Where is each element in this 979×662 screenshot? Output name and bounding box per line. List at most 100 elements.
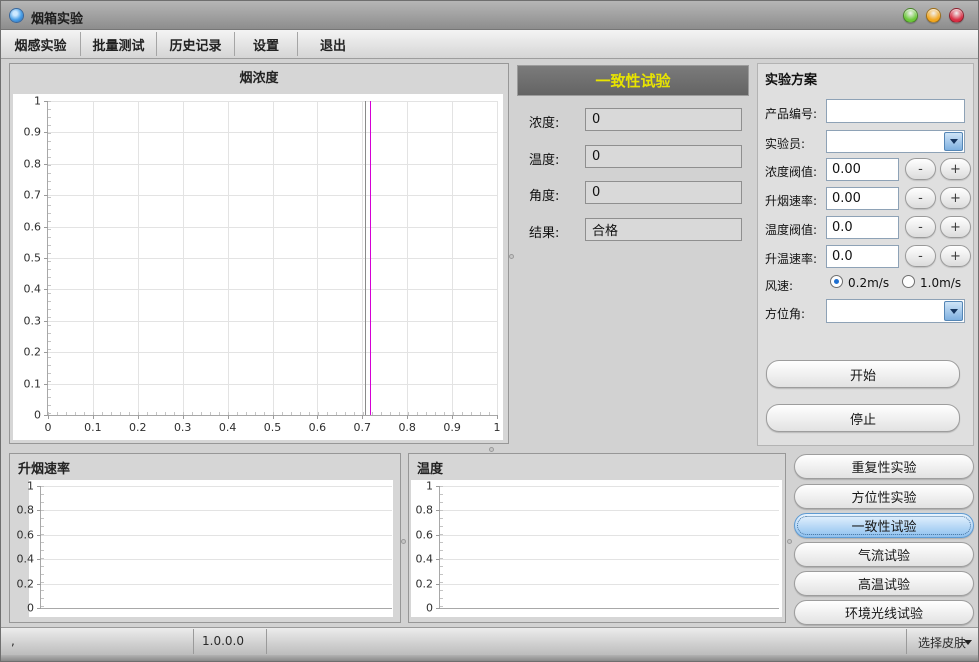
chart-grid-h bbox=[48, 163, 497, 165]
temp-rise-label: 升温速率: bbox=[765, 252, 818, 266]
temp-threshold-minus-button[interactable]: - bbox=[905, 216, 936, 238]
menu-item-settings[interactable]: 设置 bbox=[235, 30, 297, 58]
operator-select[interactable] bbox=[826, 130, 965, 153]
product-no-input[interactable] bbox=[826, 99, 965, 123]
chart-grid-h bbox=[48, 258, 497, 259]
test-button-ambient-light[interactable]: 环境光线试验 bbox=[794, 600, 974, 625]
chart-ylab: 0.2 bbox=[16, 577, 35, 591]
skin-selector[interactable]: 选择皮肤 bbox=[918, 634, 966, 651]
close-button[interactable] bbox=[949, 8, 964, 23]
chart-ylab: 0.9 bbox=[23, 125, 42, 139]
minimize-button[interactable] bbox=[903, 8, 918, 23]
chart-grid-h bbox=[48, 352, 497, 354]
chart-xtick bbox=[317, 415, 319, 419]
chart-grid-h bbox=[48, 101, 497, 102]
temp-threshold-input[interactable] bbox=[826, 216, 899, 239]
concentration-chart-panel: 烟浓度 0 0.1 0.2 0.3 0.4 0.5 0.6 0.7 0.8 0.9 1 0 0.1 0.2… bbox=[9, 63, 509, 444]
chart-xtick bbox=[407, 415, 409, 419]
window-title: 烟箱实验 bbox=[31, 12, 84, 27]
test-button-airflow[interactable]: 气流试验 bbox=[794, 542, 974, 567]
concentration-value: 0 bbox=[585, 108, 742, 131]
menu-item-exit[interactable]: 退出 bbox=[298, 30, 368, 58]
chart-marker-v bbox=[370, 101, 372, 415]
azimuth-select[interactable] bbox=[826, 299, 965, 323]
temp-rise-plus-button[interactable]: + bbox=[940, 245, 971, 267]
wind-speed-label: 风速: bbox=[765, 279, 794, 293]
rise-rate-plus-button[interactable]: + bbox=[940, 187, 971, 209]
chart-minor-x bbox=[48, 412, 497, 415]
chart-grid-h bbox=[440, 583, 779, 585]
chart-grid-h bbox=[41, 559, 392, 561]
rise-rate-minus-button[interactable]: - bbox=[905, 187, 936, 209]
chart-xtick bbox=[137, 415, 139, 419]
stop-button[interactable]: 停止 bbox=[766, 404, 960, 432]
conc-threshold-plus-button[interactable]: + bbox=[940, 158, 971, 180]
temperature-label: 温度: bbox=[529, 153, 560, 168]
chart-ylab: 0.8 bbox=[415, 503, 434, 517]
temperature-chart-panel: 温度 0 0.2 0.4 0.6 0.8 1 bbox=[408, 453, 786, 623]
chart-grid-h bbox=[48, 383, 497, 385]
chart-xlab: 0.4 bbox=[218, 421, 237, 434]
chart-grid-h bbox=[48, 320, 497, 322]
test-button-consistency[interactable]: 一致性试验 bbox=[794, 513, 974, 538]
chart-grid-h bbox=[41, 534, 392, 536]
temp-threshold-plus-button[interactable]: + bbox=[940, 216, 971, 238]
test-button-high-temp[interactable]: 高温试验 bbox=[794, 571, 974, 596]
chart-ylab: 0.4 bbox=[23, 282, 42, 296]
splitter-handle[interactable] bbox=[401, 539, 406, 544]
rise-rate-input[interactable] bbox=[826, 187, 899, 210]
chart-ylab: 0.8 bbox=[23, 157, 42, 171]
app-icon bbox=[10, 9, 23, 22]
conc-threshold-minus-button[interactable]: - bbox=[905, 158, 936, 180]
start-button[interactable]: 开始 bbox=[766, 360, 960, 388]
chart-ylab: 0.6 bbox=[415, 528, 434, 542]
azimuth-dropdown-button[interactable] bbox=[944, 301, 963, 321]
chart-xlab: 0.8 bbox=[398, 421, 416, 434]
app-window: 烟箱实验 烟感实验 批量测试 历史记录 设置 退出 烟浓度 0 0.1 0.2 0.3… bbox=[0, 0, 979, 662]
chart-xtick bbox=[362, 415, 364, 419]
chart-ylab: 1 bbox=[426, 479, 433, 493]
consistency-title: 一致性试验 bbox=[595, 72, 671, 90]
chevron-down-icon bbox=[949, 139, 958, 144]
wind-speed-radio-02[interactable] bbox=[830, 275, 843, 288]
temperature-value: 0 bbox=[585, 145, 742, 168]
azimuth-label: 方位角: bbox=[765, 307, 806, 321]
chart-grid-h bbox=[440, 510, 779, 512]
chart-xtick bbox=[227, 415, 229, 419]
temp-threshold-label: 温度阀值: bbox=[765, 223, 818, 237]
angle-label: 角度: bbox=[529, 189, 560, 204]
chart-ylab: 0.7 bbox=[23, 188, 42, 202]
temp-rise-minus-button[interactable]: - bbox=[905, 245, 936, 267]
splitter-handle[interactable] bbox=[787, 539, 792, 544]
splitter-handle[interactable] bbox=[509, 254, 514, 259]
splitter-handle[interactable] bbox=[489, 447, 494, 452]
operator-dropdown-button[interactable] bbox=[944, 132, 963, 151]
conc-threshold-input[interactable] bbox=[826, 158, 899, 181]
chart-ylab: 0 bbox=[426, 601, 433, 615]
result-value: 合格 bbox=[585, 218, 742, 241]
test-button-azimuth[interactable]: 方位性实验 bbox=[794, 484, 974, 509]
temp-rise-input[interactable] bbox=[826, 245, 899, 268]
wind-speed-02-label: 0.2m/s bbox=[848, 276, 890, 290]
menu-item-history[interactable]: 历史记录 bbox=[157, 30, 234, 58]
chart-xlab: 0.5 bbox=[263, 421, 282, 434]
status-separator bbox=[906, 629, 907, 654]
maximize-button[interactable] bbox=[926, 8, 941, 23]
menu-item-batch-test[interactable]: 批量测试 bbox=[81, 30, 156, 58]
chart-ylab: 0.5 bbox=[23, 251, 42, 265]
chart-ylab: 0 bbox=[27, 601, 34, 615]
test-button-repeatability[interactable]: 重复性实验 bbox=[794, 454, 974, 479]
chart-xtick bbox=[452, 415, 454, 419]
menu-item-smoke-test[interactable]: 烟感实验 bbox=[1, 30, 80, 58]
chart-ylab: 0.2 bbox=[23, 345, 42, 359]
chart-grid-h bbox=[41, 486, 392, 487]
chevron-down-icon bbox=[949, 308, 958, 314]
chart-ylab: 0 bbox=[34, 408, 41, 422]
concentration-chart-plot: 0 0.1 0.2 0.3 0.4 0.5 0.6 0.7 0.8 0.9 1 0 0.1 0.2 0.3 0… bbox=[24, 95, 501, 435]
chart-grid-h bbox=[41, 583, 392, 585]
wind-speed-radio-10[interactable] bbox=[902, 275, 915, 288]
wind-speed-10-label: 1.0m/s bbox=[920, 276, 962, 290]
rise-rate-chart-panel: 升烟速率 0 0.2 0.4 0.6 0.8 1 bbox=[9, 453, 401, 623]
chart-xtick bbox=[92, 415, 94, 419]
chart-ylab: 0.2 bbox=[415, 577, 434, 591]
